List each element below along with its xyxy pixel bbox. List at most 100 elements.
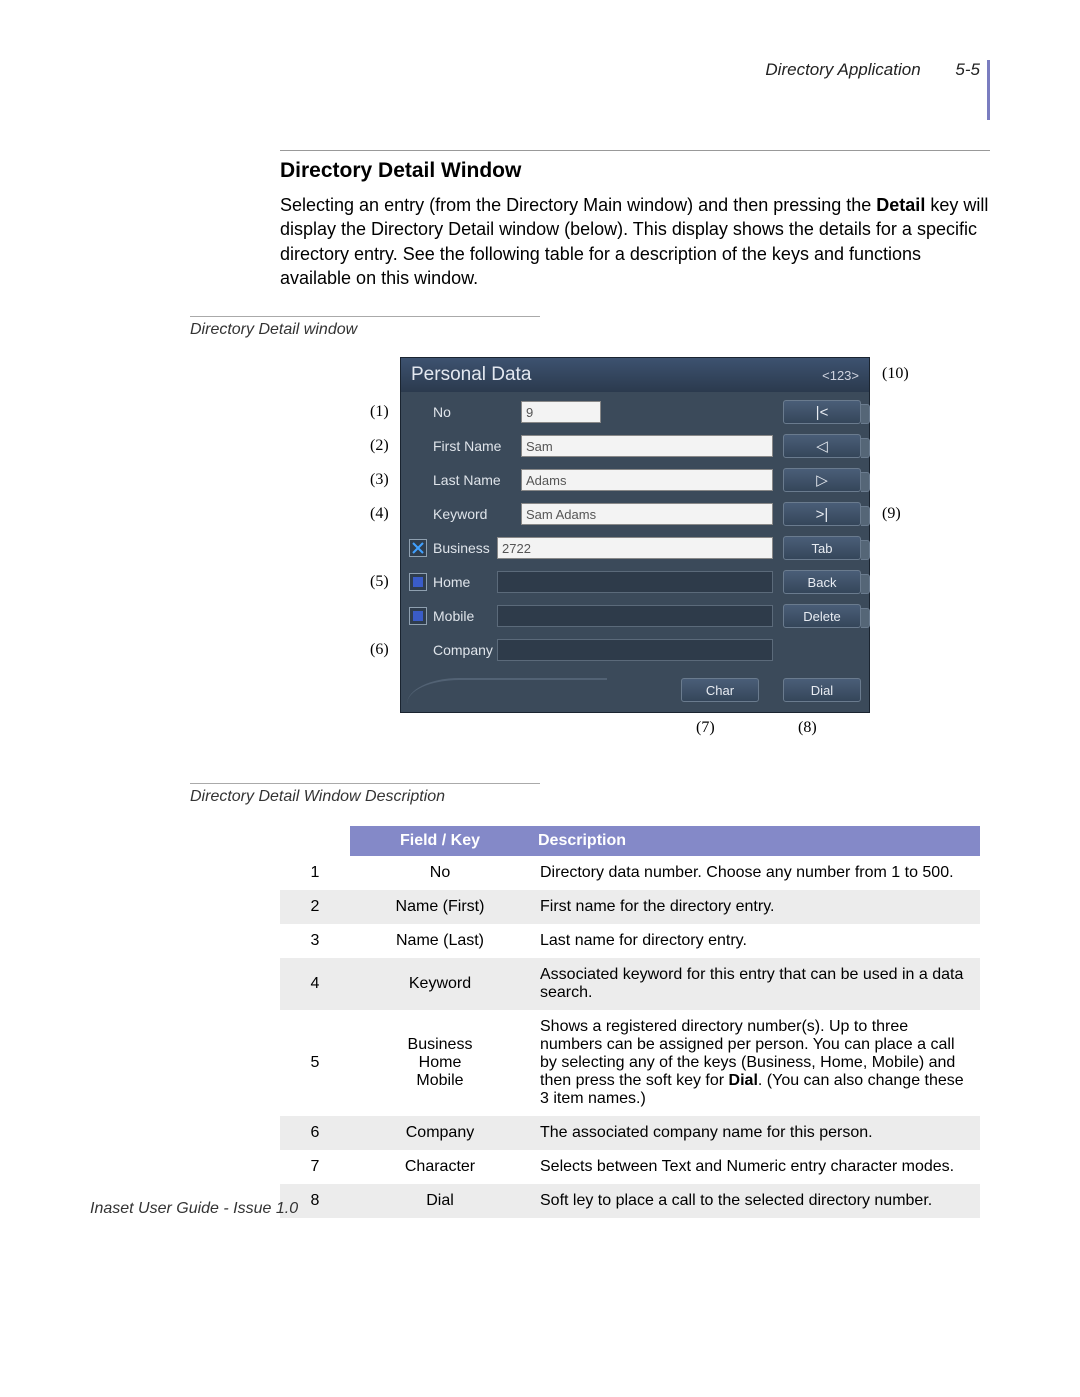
input-business[interactable] bbox=[497, 537, 773, 559]
cell-desc: Directory data number. Choose any number… bbox=[530, 856, 980, 890]
row-last-name: Last Name ▷ bbox=[409, 466, 861, 494]
checkbox-business[interactable] bbox=[409, 539, 427, 557]
table-row: 1 No Directory data number. Choose any n… bbox=[280, 856, 980, 890]
phone-panel: Personal Data <123> No |< First Name ◁ bbox=[400, 357, 870, 713]
cell-num: 6 bbox=[280, 1116, 350, 1150]
label-first-name: First Name bbox=[433, 438, 521, 454]
table-row: 2 Name (First) First name for the direct… bbox=[280, 890, 980, 924]
label-company: Company bbox=[433, 642, 497, 658]
btn-back[interactable]: Back bbox=[783, 570, 861, 594]
page-footer: Inaset User Guide - Issue 1.0 bbox=[90, 1200, 298, 1218]
btn-delete[interactable]: Delete bbox=[783, 604, 861, 628]
label-no: No bbox=[433, 404, 521, 420]
cell-fk: Name (First) bbox=[350, 890, 530, 924]
checkbox-home[interactable] bbox=[409, 573, 427, 591]
figure-caption: Directory Detail window bbox=[190, 321, 990, 339]
cell-num: 2 bbox=[280, 890, 350, 924]
input-last-name[interactable] bbox=[521, 469, 773, 491]
callout-10: (10) bbox=[882, 365, 909, 383]
section-title: Directory Detail Window bbox=[280, 159, 990, 183]
btn-dial[interactable]: Dial bbox=[783, 678, 861, 702]
table-row: 7 Character Selects between Text and Num… bbox=[280, 1150, 980, 1184]
cell-num: 7 bbox=[280, 1150, 350, 1184]
row-mobile: Mobile Delete bbox=[409, 602, 861, 630]
section-rule bbox=[280, 150, 990, 151]
header-rule bbox=[987, 60, 990, 120]
checkbox-mobile[interactable] bbox=[409, 607, 427, 625]
phone-body: No |< First Name ◁ Last Name ▷ bbox=[401, 392, 869, 664]
row-home: Home Back bbox=[409, 568, 861, 596]
label-last-name: Last Name bbox=[433, 472, 521, 488]
btn-prev[interactable]: ◁ bbox=[783, 434, 861, 458]
label-home: Home bbox=[433, 574, 497, 590]
figure-caption-rule bbox=[190, 316, 540, 317]
section-body-pre: Selecting an entry (from the Directory M… bbox=[280, 195, 876, 215]
description-table: Field / Key Description 1 No Directory d… bbox=[280, 826, 990, 1218]
btn-last[interactable]: >| bbox=[783, 502, 861, 526]
row-keyword: Keyword >| bbox=[409, 500, 861, 528]
callout-1: (1) bbox=[370, 403, 389, 421]
table-caption-rule bbox=[190, 783, 540, 784]
table-row: 6 Company The associated company name fo… bbox=[280, 1116, 980, 1150]
btn-prev-label: ◁ bbox=[816, 437, 828, 455]
phone-title-text: Personal Data bbox=[411, 364, 531, 386]
page-number: 5-5 bbox=[955, 60, 980, 79]
table-caption: Directory Detail Window Description bbox=[190, 788, 990, 806]
cell-fk: Character bbox=[350, 1150, 530, 1184]
cell-fk: Dial bbox=[350, 1184, 530, 1218]
cell-num: 3 bbox=[280, 924, 350, 958]
btn-dial-label: Dial bbox=[811, 683, 833, 698]
cell-desc: Last name for directory entry. bbox=[530, 924, 980, 958]
figure-caption-block: Directory Detail window bbox=[190, 316, 990, 339]
page: Directory Application 5-5 Directory Deta… bbox=[0, 0, 1080, 1278]
swoosh-decoration bbox=[407, 678, 607, 704]
callout-8: (8) bbox=[798, 719, 817, 737]
header-description: Description bbox=[530, 826, 980, 856]
section-body: Selecting an entry (from the Directory M… bbox=[280, 193, 990, 290]
callout-6: (6) bbox=[370, 641, 389, 659]
cell-desc: Selects between Text and Numeric entry c… bbox=[530, 1150, 980, 1184]
input-home[interactable] bbox=[497, 571, 773, 593]
cell-desc: Shows a registered directory number(s). … bbox=[530, 1010, 980, 1116]
cell-desc: Associated keyword for this entry that c… bbox=[530, 958, 980, 1010]
btn-last-label: >| bbox=[816, 506, 829, 523]
input-keyword[interactable] bbox=[521, 503, 773, 525]
table-header-row: Field / Key Description bbox=[280, 826, 980, 856]
btn-first-label: |< bbox=[816, 404, 829, 421]
input-company[interactable] bbox=[497, 639, 773, 661]
cell-fk: No bbox=[350, 856, 530, 890]
label-keyword: Keyword bbox=[433, 506, 521, 522]
btn-delete-label: Delete bbox=[803, 609, 841, 624]
label-mobile: Mobile bbox=[433, 608, 497, 624]
callout-7: (7) bbox=[696, 719, 715, 737]
cell-fk: Keyword bbox=[350, 958, 530, 1010]
btn-char-label: Char bbox=[706, 683, 734, 698]
table-row: 4 Keyword Associated keyword for this en… bbox=[280, 958, 980, 1010]
row-company: Company bbox=[409, 636, 861, 664]
callout-9: (9) bbox=[882, 505, 901, 523]
cell-fk: Name (Last) bbox=[350, 924, 530, 958]
label-business: Business bbox=[433, 540, 497, 556]
page-header: Directory Application 5-5 bbox=[90, 60, 990, 130]
btn-tab-label: Tab bbox=[812, 541, 833, 556]
section: Directory Detail Window Selecting an ent… bbox=[280, 150, 990, 290]
chapter-title: Directory Application bbox=[765, 60, 920, 79]
callout-2: (2) bbox=[370, 437, 389, 455]
input-mobile[interactable] bbox=[497, 605, 773, 627]
btn-tab[interactable]: Tab bbox=[783, 536, 861, 560]
row-business: Business Tab bbox=[409, 534, 861, 562]
header-field-key: Field / Key bbox=[350, 826, 530, 856]
cell-fk: Company bbox=[350, 1116, 530, 1150]
callout-5: (5) bbox=[370, 573, 389, 591]
cell-desc: The associated company name for this per… bbox=[530, 1116, 980, 1150]
btn-first[interactable]: |< bbox=[783, 400, 861, 424]
btn-char[interactable]: Char bbox=[681, 678, 759, 702]
callout-4: (4) bbox=[370, 505, 389, 523]
cell-desc-bold: Dial bbox=[729, 1072, 758, 1089]
input-no[interactable] bbox=[521, 401, 601, 423]
table-caption-block: Directory Detail Window Description bbox=[190, 783, 990, 806]
phone-titlebar: Personal Data <123> bbox=[401, 358, 869, 392]
btn-next[interactable]: ▷ bbox=[783, 468, 861, 492]
input-first-name[interactable] bbox=[521, 435, 773, 457]
table-row: 8 Dial Soft ley to place a call to the s… bbox=[280, 1184, 980, 1218]
